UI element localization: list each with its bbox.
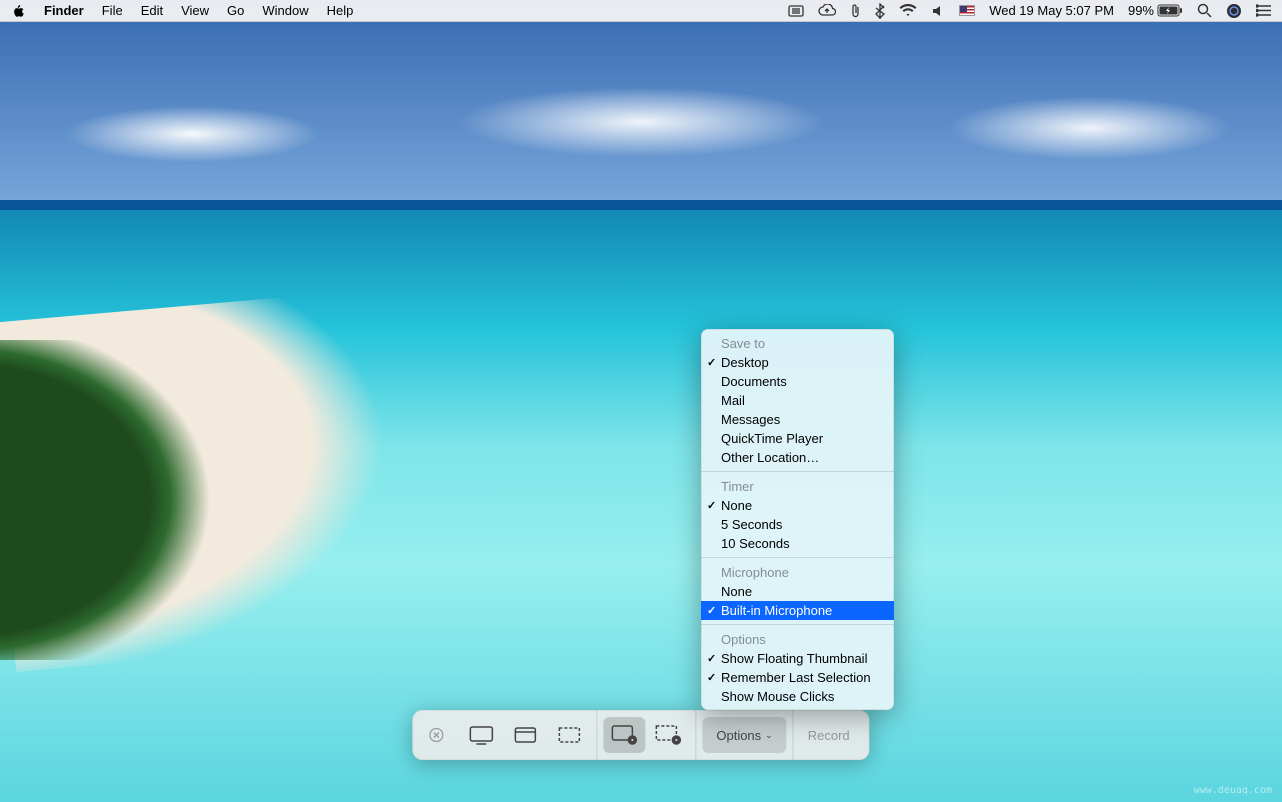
menu-item[interactable]: Messages <box>701 410 894 429</box>
checkmark-icon: ✓ <box>707 652 716 665</box>
menu-file[interactable]: File <box>102 3 123 18</box>
apple-menu-icon[interactable] <box>12 4 26 18</box>
menu-view[interactable]: View <box>181 3 209 18</box>
bluetooth-icon[interactable] <box>875 3 885 19</box>
menu-help[interactable]: Help <box>327 3 354 18</box>
menu-item-label: Other Location… <box>721 450 819 465</box>
menu-divider <box>701 624 894 625</box>
notification-center-icon[interactable] <box>1256 4 1272 17</box>
menu-item-label: 10 Seconds <box>721 536 790 551</box>
menu-item-label: 5 Seconds <box>721 517 782 532</box>
menu-item-label: Remember Last Selection <box>721 670 871 685</box>
close-toolbar-button[interactable] <box>424 723 448 747</box>
menu-window[interactable]: Window <box>262 3 308 18</box>
menu-item[interactable]: ✓ Built-in Microphone <box>701 601 894 620</box>
menu-item[interactable]: Show Mouse Clicks <box>701 687 894 706</box>
menu-item[interactable]: Documents <box>701 372 894 391</box>
menu-item[interactable]: ✓ None <box>701 496 894 515</box>
menu-item-label: Documents <box>721 374 787 389</box>
menu-item[interactable]: Other Location… <box>701 448 894 467</box>
menu-item-label: Built-in Microphone <box>721 603 832 618</box>
record-entire-screen-button[interactable] <box>603 717 645 753</box>
menu-section-header: Options <box>701 629 894 649</box>
menu-item-label: Desktop <box>721 355 769 370</box>
input-source-flag-icon[interactable] <box>959 5 975 16</box>
wifi-icon[interactable] <box>899 4 917 17</box>
menu-section-header: Microphone <box>701 562 894 582</box>
menu-item-label: None <box>721 498 752 513</box>
menu-divider <box>701 557 894 558</box>
keyboard-viewer-icon[interactable] <box>788 5 804 17</box>
menu-section-header: Save to <box>701 333 894 353</box>
siri-icon[interactable] <box>1226 3 1242 19</box>
menu-item[interactable]: QuickTime Player <box>701 429 894 448</box>
capture-entire-screen-button[interactable] <box>460 717 502 753</box>
menu-item[interactable]: 5 Seconds <box>701 515 894 534</box>
chevron-down-icon: ⌄ <box>765 730 773 741</box>
screenshot-toolbar: Options ⌄ Record <box>412 710 869 760</box>
menu-item[interactable]: ✓ Remember Last Selection <box>701 668 894 687</box>
menu-item-label: Messages <box>721 412 780 427</box>
menu-item-label: Show Floating Thumbnail <box>721 651 867 666</box>
menubar: Finder File Edit View Go Window Help Wed… <box>0 0 1282 22</box>
watermark: www.deuaq.com <box>1194 785 1272 796</box>
menu-item[interactable]: 10 Seconds <box>701 534 894 553</box>
menu-item-label: QuickTime Player <box>721 431 823 446</box>
menu-item[interactable]: None <box>701 582 894 601</box>
record-button[interactable]: Record <box>794 717 864 753</box>
battery-icon <box>1157 4 1183 17</box>
menu-edit[interactable]: Edit <box>141 3 163 18</box>
menubar-datetime[interactable]: Wed 19 May 5:07 PM <box>989 3 1114 18</box>
app-menu[interactable]: Finder <box>44 3 84 18</box>
spotlight-icon[interactable] <box>1197 3 1212 18</box>
checkmark-icon: ✓ <box>707 671 716 684</box>
menu-item-label: Show Mouse Clicks <box>721 689 834 704</box>
menu-item[interactable]: ✓ Show Floating Thumbnail <box>701 649 894 668</box>
checkmark-icon: ✓ <box>707 499 716 512</box>
cloud-sync-icon[interactable] <box>818 4 836 18</box>
volume-icon[interactable] <box>931 4 945 18</box>
capture-selection-button[interactable] <box>548 717 590 753</box>
checkmark-icon: ✓ <box>707 356 716 369</box>
attachment-icon[interactable] <box>850 3 861 19</box>
menu-item[interactable]: Mail <box>701 391 894 410</box>
menu-item[interactable]: ✓ Desktop <box>701 353 894 372</box>
menu-item-label: None <box>721 584 752 599</box>
capture-window-button[interactable] <box>504 717 546 753</box>
checkmark-icon: ✓ <box>707 604 716 617</box>
desktop-wallpaper <box>0 0 1282 802</box>
menu-item-label: Mail <box>721 393 745 408</box>
menu-divider <box>701 471 894 472</box>
options-button[interactable]: Options ⌄ <box>702 717 786 753</box>
screenshot-options-menu: Save to ✓ Desktop Documents Mail Messages Quic… <box>701 329 894 710</box>
menu-section-header: Timer <box>701 476 894 496</box>
battery-status[interactable]: 99% <box>1128 3 1183 18</box>
record-selection-button[interactable] <box>647 717 689 753</box>
menu-go[interactable]: Go <box>227 3 244 18</box>
